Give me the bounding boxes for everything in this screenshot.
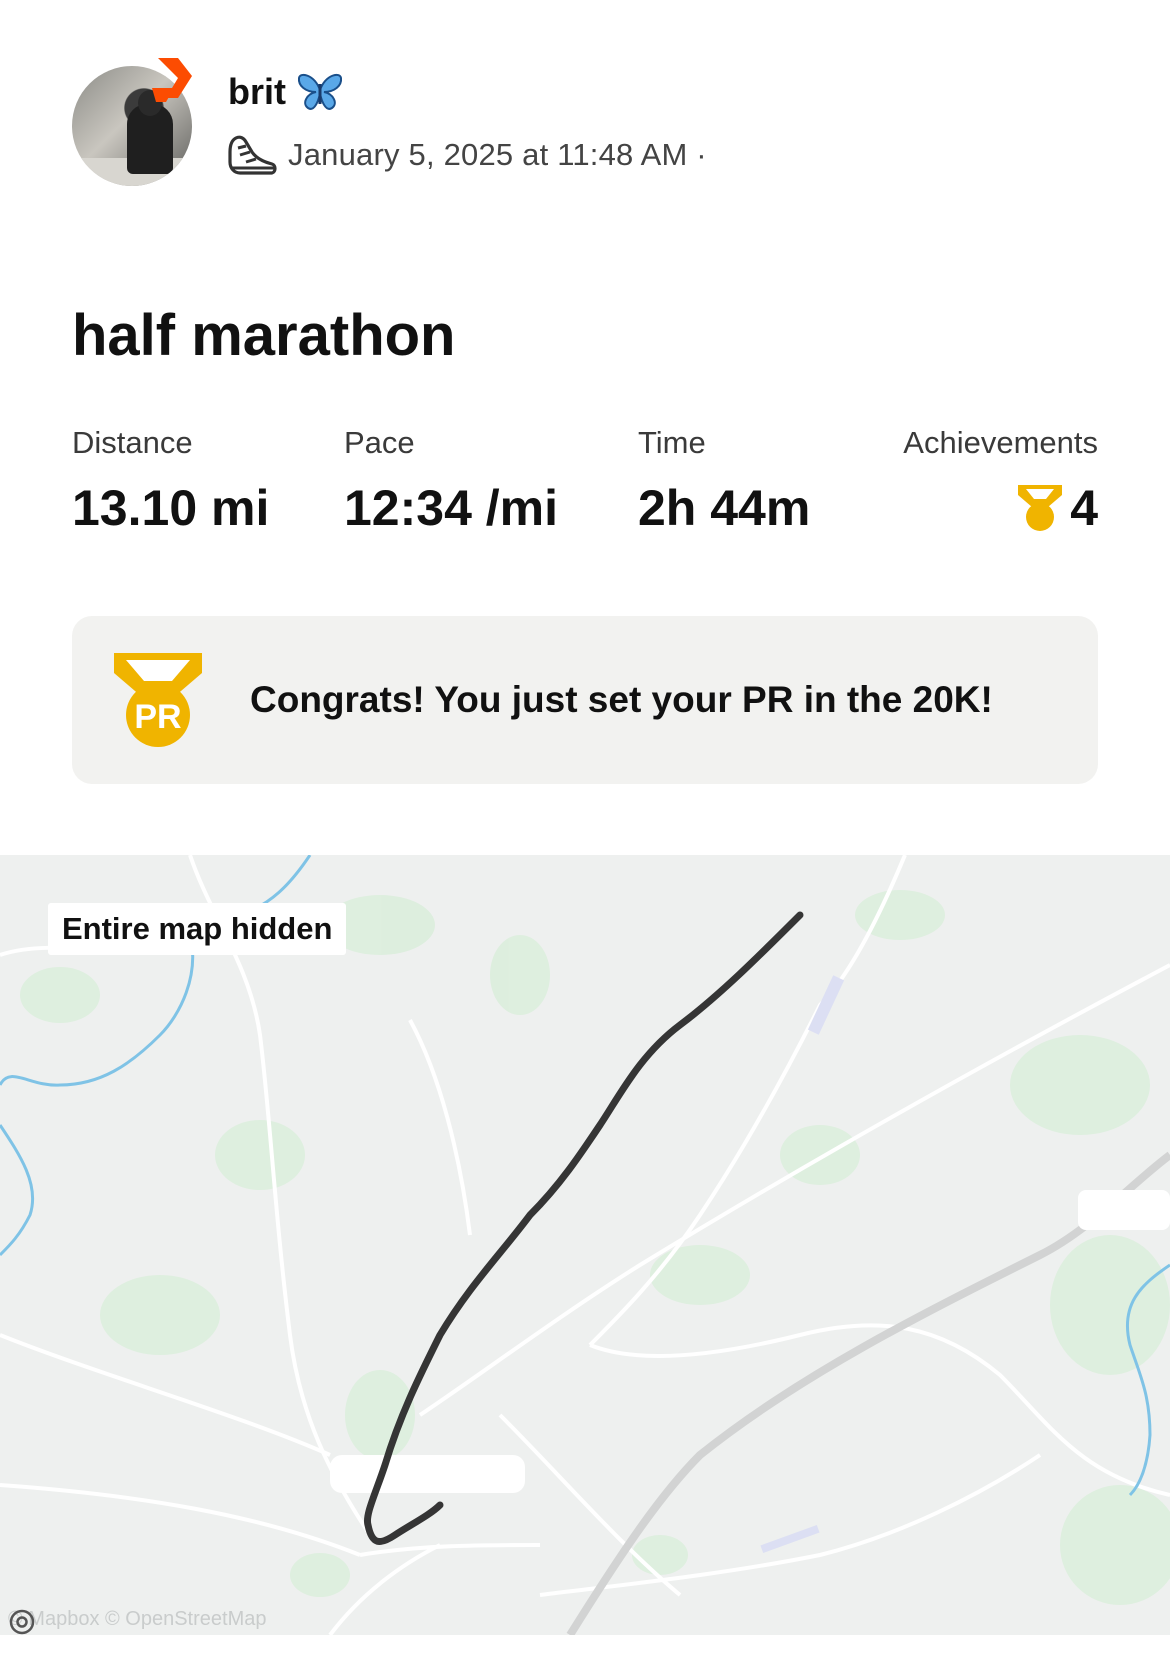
stat-distance: Distance 13.10 mi (72, 425, 269, 537)
map-water-patches (760, 975, 845, 1554)
pr-badge-text: PR (134, 698, 181, 736)
strava-icon (152, 58, 192, 102)
activity-title[interactable]: half marathon (72, 302, 456, 369)
stat-time: Time 2h 44m (638, 425, 810, 537)
achievements-count-row[interactable]: 4 (903, 479, 1098, 537)
stat-pace-label: Pace (344, 425, 415, 460)
stat-pace-value: 12:34 /mi (344, 480, 559, 536)
map-hidden-label: Entire map hidden (48, 903, 347, 955)
butterfly-icon (297, 73, 343, 110)
map-canvas (0, 855, 1170, 1635)
pr-message: Congrats! You just set your PR in the 20… (250, 679, 993, 720)
stats-row: Distance 13.10 mi Pace 12:34 /mi Time 2h… (72, 425, 1098, 545)
running-shoe-icon (228, 135, 277, 175)
stat-time-value: 2h 44m (638, 480, 811, 536)
activity-header: brit January 5, 2025 at 11:48 AM · (0, 0, 1170, 240)
stat-time-label: Time (638, 425, 706, 460)
stat-distance-value: 13.10 mi (72, 480, 270, 536)
activity-meta: January 5, 2025 at 11:48 AM · (226, 132, 707, 178)
pr-medal-icon: PR (114, 653, 202, 747)
route-map[interactable]: Entire map hidden © Mapbox © OpenStreetM… (0, 855, 1170, 1635)
map-privacy-blocks (330, 1190, 1170, 1493)
username[interactable]: brit (228, 70, 344, 114)
username-text[interactable]: brit (228, 71, 286, 113)
stat-achievements[interactable]: Achievements 4 (903, 425, 1098, 537)
stat-pace: Pace 12:34 /mi (344, 425, 558, 537)
achievements-count: 4 (1070, 480, 1098, 536)
pr-banner[interactable]: PR Congrats! You just set your PR in the… (72, 616, 1098, 784)
activity-date: January 5, 2025 at 11:48 AM · (288, 137, 707, 172)
map-roads (0, 855, 1170, 1635)
stat-achievements-label: Achievements (903, 425, 1098, 460)
map-green-areas (20, 890, 1170, 1605)
stat-distance-label: Distance (72, 425, 193, 460)
medal-icon (1018, 485, 1063, 531)
route-polyline (363, 911, 804, 1545)
map-attribution-text[interactable]: © Mapbox © OpenStreetMap (8, 1608, 267, 1631)
map-attribution: © Mapbox © OpenStreetMap (8, 1608, 267, 1635)
mapbox-logo-icon[interactable] (8, 1608, 36, 1635)
